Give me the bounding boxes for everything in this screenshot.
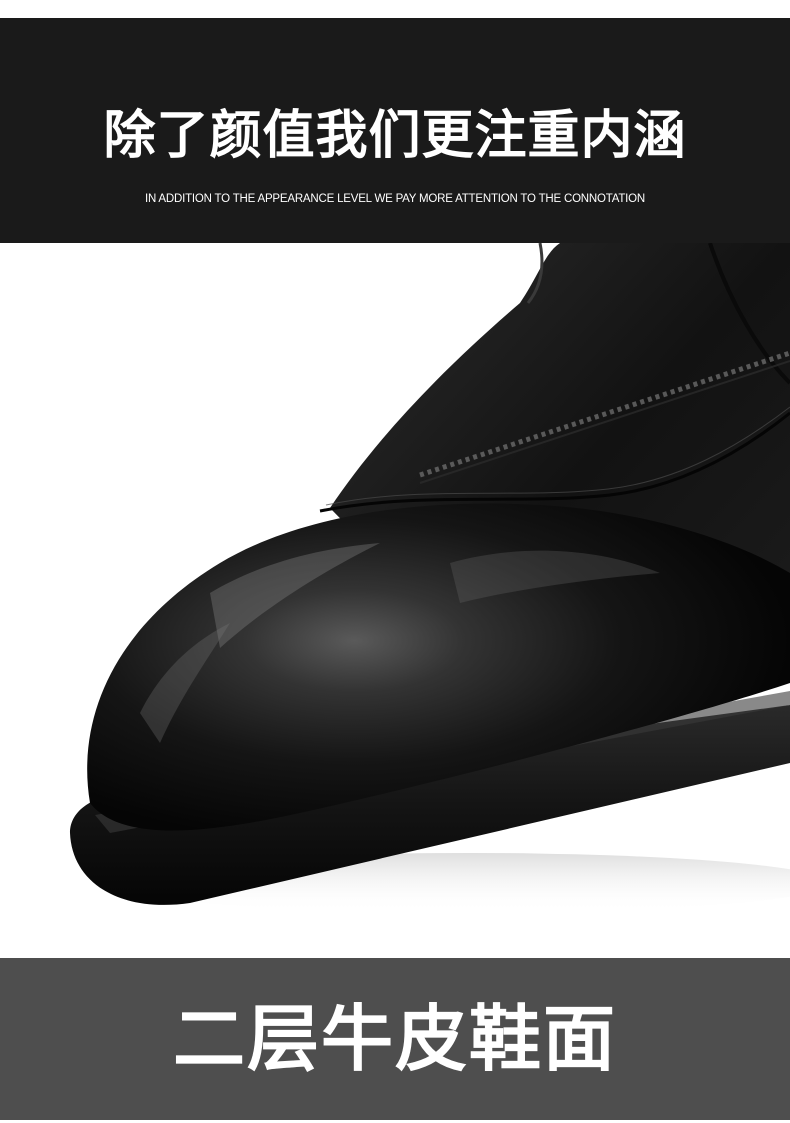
- top-banner: 除了颜值我们更注重内涵 IN ADDITION TO THE APPEARANC…: [0, 18, 790, 243]
- material-title: 二层牛皮鞋面: [172, 997, 617, 1081]
- product-photo: [0, 243, 790, 958]
- bottom-banner: 二层牛皮鞋面: [0, 958, 790, 1120]
- subheadline: IN ADDITION TO THE APPEARANCE LEVEL WE P…: [144, 193, 646, 205]
- headline: 除了颜值我们更注重内涵: [103, 106, 687, 166]
- leather-shoe-closeup: [70, 243, 790, 913]
